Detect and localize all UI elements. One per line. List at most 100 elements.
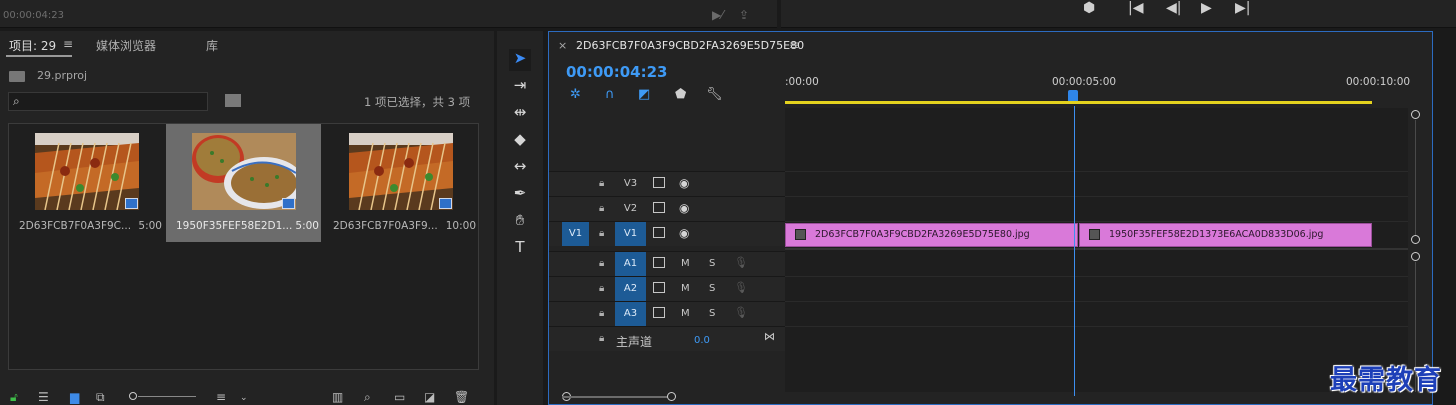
snap-icon[interactable]: ∩ — [605, 87, 615, 102]
eye-icon[interactable]: ◉ — [679, 226, 689, 240]
track-lane-master[interactable] — [785, 326, 1408, 351]
mic-icon[interactable]: 🎙︎ — [734, 256, 748, 269]
tab-media-browser[interactable]: 媒体浏览器 — [96, 37, 156, 54]
close-icon[interactable]: × — [558, 39, 567, 52]
insert-icon[interactable]: ▶⁄ — [712, 8, 723, 22]
project-item[interactable]: 2D63FCB7F0A3F9C... 5:00 — [9, 124, 164, 242]
solo-button[interactable]: S — [709, 283, 715, 294]
export-frame-icon[interactable]: ⇪ — [739, 8, 749, 22]
master-volume-value[interactable]: 0.0 — [694, 335, 710, 346]
search-input[interactable]: ⌕ — [8, 92, 208, 111]
track-name[interactable]: A2 — [615, 277, 646, 301]
zoom-right-handle[interactable] — [667, 392, 676, 401]
lock-icon[interactable]: 🔒︎ — [599, 333, 604, 344]
lock-icon[interactable]: 🔒︎ — [599, 178, 604, 189]
go-to-out-icon[interactable]: ▶| — [1235, 0, 1250, 16]
audio-scroll-top-handle[interactable] — [1411, 252, 1420, 261]
sync-lock-icon[interactable] — [653, 257, 665, 268]
pen-tool-icon[interactable]: ✒ — [509, 184, 531, 206]
sort-icon[interactable]: ≡ — [216, 390, 226, 404]
track-lane-a3[interactable] — [785, 301, 1408, 326]
sync-lock-icon[interactable] — [653, 177, 665, 188]
track-name[interactable]: A1 — [615, 252, 646, 276]
lock-icon[interactable]: 🔒︎ — [599, 283, 604, 294]
sync-lock-icon[interactable] — [653, 227, 665, 238]
solo-button[interactable]: S — [709, 308, 715, 319]
new-bin-icon[interactable]: ▭ — [394, 390, 405, 404]
mic-icon[interactable]: 🎙︎ — [734, 306, 748, 319]
mute-button[interactable]: M — [681, 283, 690, 294]
sync-lock-icon[interactable] — [653, 282, 665, 293]
lock-icon[interactable]: 🔒︎ — [599, 308, 604, 319]
tab-project[interactable]: 项目: 29 — [9, 37, 56, 54]
project-item[interactable]: 1950F35FEF58E2D1... 5:00 — [166, 124, 321, 242]
mic-icon[interactable]: 🎙︎ — [734, 281, 748, 294]
go-to-edit-point-icon[interactable]: ⋈ — [764, 330, 775, 343]
panel-menu-icon[interactable]: ≡ — [63, 37, 73, 51]
list-view-icon[interactable]: ☰ — [38, 390, 49, 404]
lock-icon[interactable]: 🔒︎ — [599, 203, 604, 214]
track-lane-v2[interactable] — [785, 196, 1408, 221]
add-marker-icon[interactable]: ⬢ — [1083, 0, 1095, 16]
mute-button[interactable]: M — [681, 258, 690, 269]
video-clip[interactable]: 1950F35FEF58E2D1373E6ACA0D833D06.jpg — [1079, 223, 1372, 247]
track-lane-v3[interactable] — [785, 171, 1408, 196]
source-patch-v1[interactable]: V1 — [562, 222, 589, 246]
automate-to-sequence-icon[interactable]: ▥ — [332, 390, 343, 404]
go-to-in-icon[interactable]: |◀ — [1128, 0, 1143, 16]
video-scrollbar[interactable] — [1415, 120, 1416, 235]
find-icon[interactable]: ⌕ — [364, 390, 371, 405]
add-marker-icon[interactable]: ⬟ — [675, 87, 686, 102]
track-name[interactable]: A3 — [615, 302, 646, 326]
video-scroll-bottom-handle[interactable] — [1411, 235, 1420, 244]
new-search-bin-icon[interactable] — [225, 94, 241, 107]
zoom-slider-handle[interactable] — [129, 392, 137, 400]
settings-wrench-icon[interactable]: 🔧︎ — [706, 87, 723, 102]
play-icon[interactable]: ▶ — [1201, 0, 1212, 16]
timeline-horizontal-scrollbar[interactable] — [556, 392, 1418, 402]
time-ruler[interactable]: :00:00 00:00:05:00 00:00:10:00 — [785, 72, 1417, 108]
freeform-view-icon[interactable]: ⧉ — [96, 390, 105, 405]
chevron-down-icon[interactable]: ⌄ — [240, 393, 248, 403]
project-item[interactable]: 2D63FCB7F0A3F9... 10:00 — [323, 124, 478, 242]
track-name[interactable]: V2 — [615, 197, 646, 221]
track-lane-a2[interactable] — [785, 276, 1408, 301]
selection-tool-icon[interactable]: ➤ — [509, 49, 531, 71]
hand-tool-icon[interactable]: ✋︎ — [509, 211, 531, 233]
eye-icon[interactable]: ◉ — [679, 176, 689, 190]
trash-icon[interactable]: 🗑︎ — [454, 390, 469, 404]
track-name[interactable]: V1 — [615, 222, 646, 246]
tab-libraries[interactable]: 库 — [206, 37, 218, 54]
mute-button[interactable]: M — [681, 308, 690, 319]
lock-icon[interactable]: 🔒︎ — [599, 258, 604, 269]
nest-icon[interactable]: ✲ — [570, 87, 581, 102]
sync-lock-icon[interactable] — [653, 202, 665, 213]
lock-icon[interactable]: 🔓︎ — [10, 390, 18, 405]
source-timecode[interactable]: 00:00:04:23 — [3, 10, 64, 21]
video-scroll-top-handle[interactable] — [1411, 110, 1420, 119]
panel-menu-icon[interactable]: ≡ — [789, 38, 799, 52]
sync-lock-icon[interactable] — [653, 307, 665, 318]
scroll-thumb[interactable] — [562, 396, 672, 398]
playhead-line[interactable] — [1074, 106, 1075, 396]
razor-tool-icon[interactable]: ◆ — [509, 130, 531, 152]
icon-view-icon[interactable]: ▆ — [70, 390, 79, 404]
work-area-bar[interactable] — [785, 101, 1372, 104]
video-clip[interactable]: 2D63FCB7F0A3F9CBD2FA3269E5D75E80.jpg — [785, 223, 1078, 247]
solo-button[interactable]: S — [709, 258, 715, 269]
zoom-slider-track[interactable] — [138, 396, 196, 397]
linked-selection-icon[interactable]: ◩ — [638, 87, 650, 102]
lock-icon[interactable]: 🔒︎ — [599, 228, 604, 239]
playhead-handle[interactable] — [1068, 90, 1078, 101]
track-content-area[interactable]: 2D63FCB7F0A3F9CBD2FA3269E5D75E80.jpg 195… — [785, 108, 1408, 392]
new-item-icon[interactable]: ◪ — [424, 390, 435, 404]
ripple-edit-tool-icon[interactable]: ⇹ — [509, 103, 531, 125]
slip-tool-icon[interactable]: ↔ — [509, 157, 531, 179]
step-back-icon[interactable]: ◀| — [1166, 0, 1181, 16]
track-select-tool-icon[interactable]: ⇥ — [509, 76, 531, 98]
timeline-timecode[interactable]: 00:00:04:23 — [566, 63, 668, 81]
track-lane-a1[interactable] — [785, 248, 1408, 273]
eye-icon[interactable]: ◉ — [679, 201, 689, 215]
sequence-tab[interactable]: 2D63FCB7F0A3F9CBD2FA3269E5D75E80 — [576, 39, 804, 52]
track-name[interactable]: V3 — [615, 172, 646, 196]
